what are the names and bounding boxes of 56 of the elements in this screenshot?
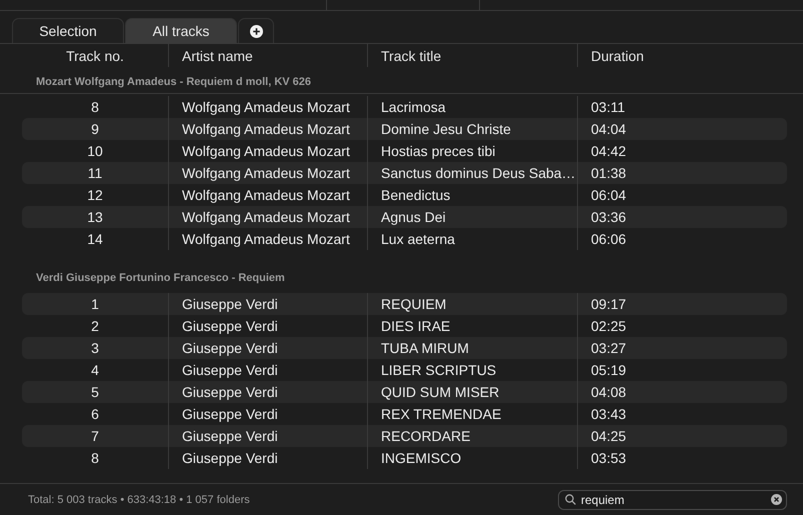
table-cell: Lux aeterna bbox=[368, 228, 578, 250]
table-cell: 7 bbox=[22, 425, 169, 447]
plus-icon bbox=[250, 24, 262, 38]
tab[interactable]: Selection bbox=[12, 18, 124, 43]
column-header[interactable]: Artist name bbox=[182, 48, 253, 64]
table-cell: 8 bbox=[22, 447, 169, 469]
table-cell-text: 01:38 bbox=[590, 164, 628, 183]
table-cell-text: 03:11 bbox=[590, 98, 626, 117]
status-text: Total: 5 003 tracks • 633:43:18 • 1 057 folders bbox=[28, 494, 250, 506]
table-cell: 14 bbox=[22, 228, 169, 250]
clear-icon[interactable] bbox=[771, 494, 782, 505]
table-cell: Giuseppe Verdi bbox=[169, 337, 368, 359]
table-cell-text: 04:08 bbox=[590, 383, 628, 402]
table-cell-text: 06:06 bbox=[590, 230, 628, 249]
group-header: Mozart Wolfgang Amadeus - Requiem d moll, KV 626 bbox=[36, 76, 312, 88]
table-cell: 5 bbox=[22, 381, 169, 403]
group-header: Verdi Giuseppe Fortunino Francesco - Requiem bbox=[36, 272, 285, 284]
column-header[interactable]: Track title bbox=[381, 48, 442, 64]
table-cell: Wolfgang Amadeus Mozart bbox=[169, 162, 368, 184]
table-cell: 9 bbox=[22, 118, 169, 140]
table-cell-text: 05:19 bbox=[590, 361, 628, 380]
table-cell: Wolfgang Amadeus Mozart bbox=[169, 118, 368, 140]
table-cell: Agnus Dei bbox=[368, 206, 578, 228]
table-cell: Domine Jesu Christe bbox=[368, 118, 578, 140]
table-cell-text: 02:25 bbox=[590, 317, 628, 336]
table-cell: 11 bbox=[22, 162, 169, 184]
table-cell-text: 04:04 bbox=[590, 120, 628, 139]
table-cell: Sanctus dominus Deus Saba… bbox=[368, 162, 578, 184]
table-cell: 1 bbox=[22, 293, 169, 315]
table-cell: Giuseppe Verdi bbox=[169, 293, 368, 315]
table-cell: REQUIEM bbox=[368, 293, 578, 315]
table-cell-text: 03:27 bbox=[590, 339, 628, 358]
column-header[interactable]: Duration bbox=[591, 48, 644, 64]
table-cell-text: 03:43 bbox=[590, 405, 628, 424]
column-header[interactable]: Track no. bbox=[66, 48, 124, 64]
table-cell-text: 03:53 bbox=[590, 449, 628, 468]
table-cell: RECORDARE bbox=[368, 425, 578, 447]
table-cell: Wolfgang Amadeus Mozart bbox=[169, 228, 368, 250]
table-cell: Giuseppe Verdi bbox=[169, 381, 368, 403]
table-cell: QUID SUM MISER bbox=[368, 381, 578, 403]
table-cell: Wolfgang Amadeus Mozart bbox=[169, 206, 368, 228]
table-cell: INGEMISCO bbox=[368, 447, 578, 469]
table-cell: 13 bbox=[22, 206, 169, 228]
table-cell-text: 04:42 bbox=[590, 142, 628, 161]
tab[interactable]: All tracks bbox=[125, 18, 237, 43]
table-cell-text: 09:17 bbox=[590, 295, 628, 314]
table-cell: 3 bbox=[22, 337, 169, 359]
table-cell-text: 06:04 bbox=[590, 186, 628, 205]
search-field[interactable]: requiem bbox=[558, 490, 787, 510]
table-cell-text: 03:36 bbox=[590, 208, 628, 227]
table-cell: TUBA MIRUM bbox=[368, 337, 578, 359]
add-tab-button[interactable] bbox=[238, 18, 274, 43]
table-cell: Giuseppe Verdi bbox=[169, 425, 368, 447]
table-cell: Giuseppe Verdi bbox=[169, 447, 368, 469]
search-icon bbox=[565, 494, 576, 505]
table-cell-text: 04:25 bbox=[590, 427, 628, 446]
